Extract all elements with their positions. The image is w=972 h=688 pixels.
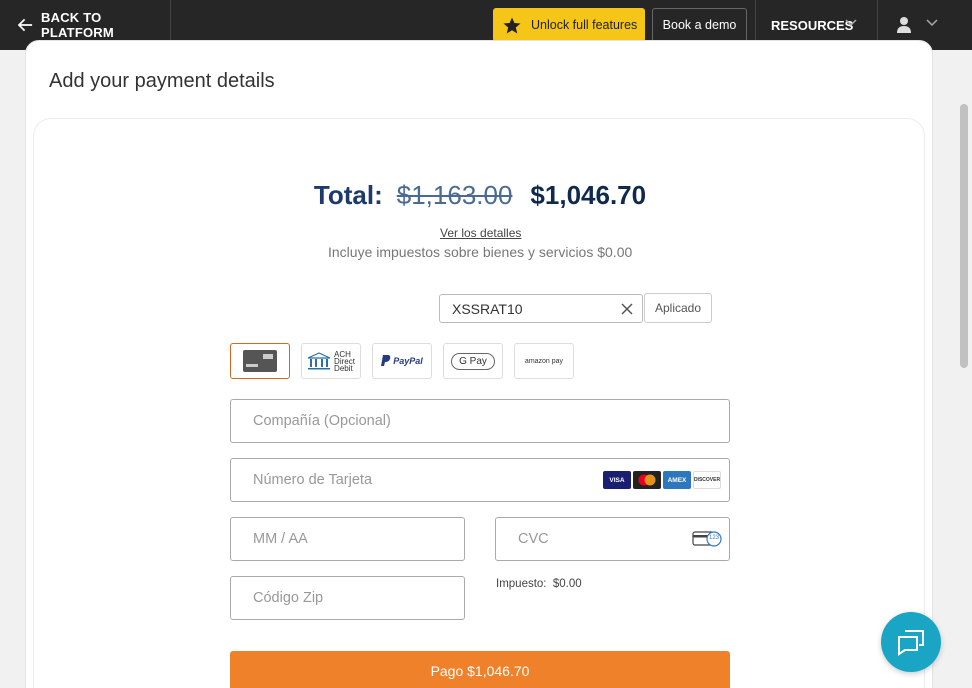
chevron-down-icon <box>845 19 857 27</box>
final-price: $1,046.70 <box>530 180 647 210</box>
amazon-pay-button[interactable]: amazon pay <box>514 343 574 379</box>
expiry-input[interactable]: MM / AA <box>230 517 465 561</box>
coupon-code: XSSRAT10 <box>452 300 523 317</box>
cvc-placeholder: CVC <box>518 531 549 547</box>
amex-icon: AMEX <box>663 471 691 489</box>
ach-label-debit: Debit <box>334 363 353 373</box>
card-number-placeholder: Número de Tarjeta <box>253 472 373 488</box>
close-icon[interactable] <box>620 302 634 316</box>
card-method-button[interactable] <box>230 343 290 379</box>
paypal-button[interactable]: PayPal <box>372 343 432 379</box>
tax-value: $0.00 <box>552 578 582 590</box>
demo-label: Book a demo <box>662 18 737 32</box>
pay-button[interactable]: Pago $1,046.70 <box>230 651 730 688</box>
resources-label: RESOURCES <box>771 17 854 33</box>
tax-display: Impuesto: $0.00 <box>496 578 582 590</box>
unlock-features-button[interactable]: Unlock full features <box>493 8 645 42</box>
company-input[interactable]: Compañía (Opcional) <box>230 399 730 443</box>
paypal-icon <box>381 355 391 366</box>
company-placeholder: Compañía (Opcional) <box>253 413 391 429</box>
card-brands: VISA AMEX DISCOVER <box>603 471 721 489</box>
view-details-link[interactable]: Ver los detalles <box>440 226 521 240</box>
coupon-applied-button[interactable]: Aplicado <box>644 293 712 323</box>
credit-card-icon <box>243 350 277 372</box>
chevron-down-icon <box>926 19 938 27</box>
amazon-pay-label: amazon pay <box>524 357 564 365</box>
zip-placeholder: Código Zip <box>253 590 324 606</box>
total-summary: Total: $1,163.00 $1,046.70 <box>0 180 960 211</box>
tax-label: Impuesto: <box>496 578 547 590</box>
scrollbar-thumb[interactable] <box>960 104 968 368</box>
expiry-placeholder: MM / AA <box>253 531 308 547</box>
gpay-label: G Pay <box>459 355 487 367</box>
cvc-icon: 123 <box>692 531 722 547</box>
bank-icon <box>307 352 331 370</box>
back-label: BACK TO PLATFORM <box>41 10 114 40</box>
star-icon <box>503 17 521 33</box>
unlock-label: Unlock full features <box>531 18 638 32</box>
card-number-input[interactable]: Número de Tarjeta VISA AMEX DISCOVER <box>230 458 730 502</box>
original-price: $1,163.00 <box>396 180 513 210</box>
discover-icon: DISCOVER <box>693 471 721 489</box>
chat-button[interactable] <box>881 612 941 672</box>
coupon-input[interactable]: XSSRAT10 <box>439 294 643 323</box>
google-pay-button[interactable]: G Pay <box>443 343 503 379</box>
cvc-input[interactable]: CVC 123 <box>495 517 730 561</box>
page-title: Add your payment details <box>49 70 275 92</box>
total-label: Total: <box>313 180 383 210</box>
visa-icon: VISA <box>603 471 631 489</box>
arrow-left-icon <box>18 18 33 32</box>
chat-icon <box>898 630 924 656</box>
book-demo-button[interactable]: Book a demo <box>652 8 747 42</box>
tax-note: Incluye impuestos sobre bienes y servici… <box>328 244 633 260</box>
zip-input[interactable]: Código Zip <box>230 576 465 620</box>
mastercard-icon <box>633 471 661 489</box>
user-icon <box>897 17 911 33</box>
paypal-label: PayPal <box>393 356 423 366</box>
ach-debit-button[interactable]: ACH Direct Debit <box>301 343 361 379</box>
cvc-badge-text: 123 <box>708 535 719 541</box>
